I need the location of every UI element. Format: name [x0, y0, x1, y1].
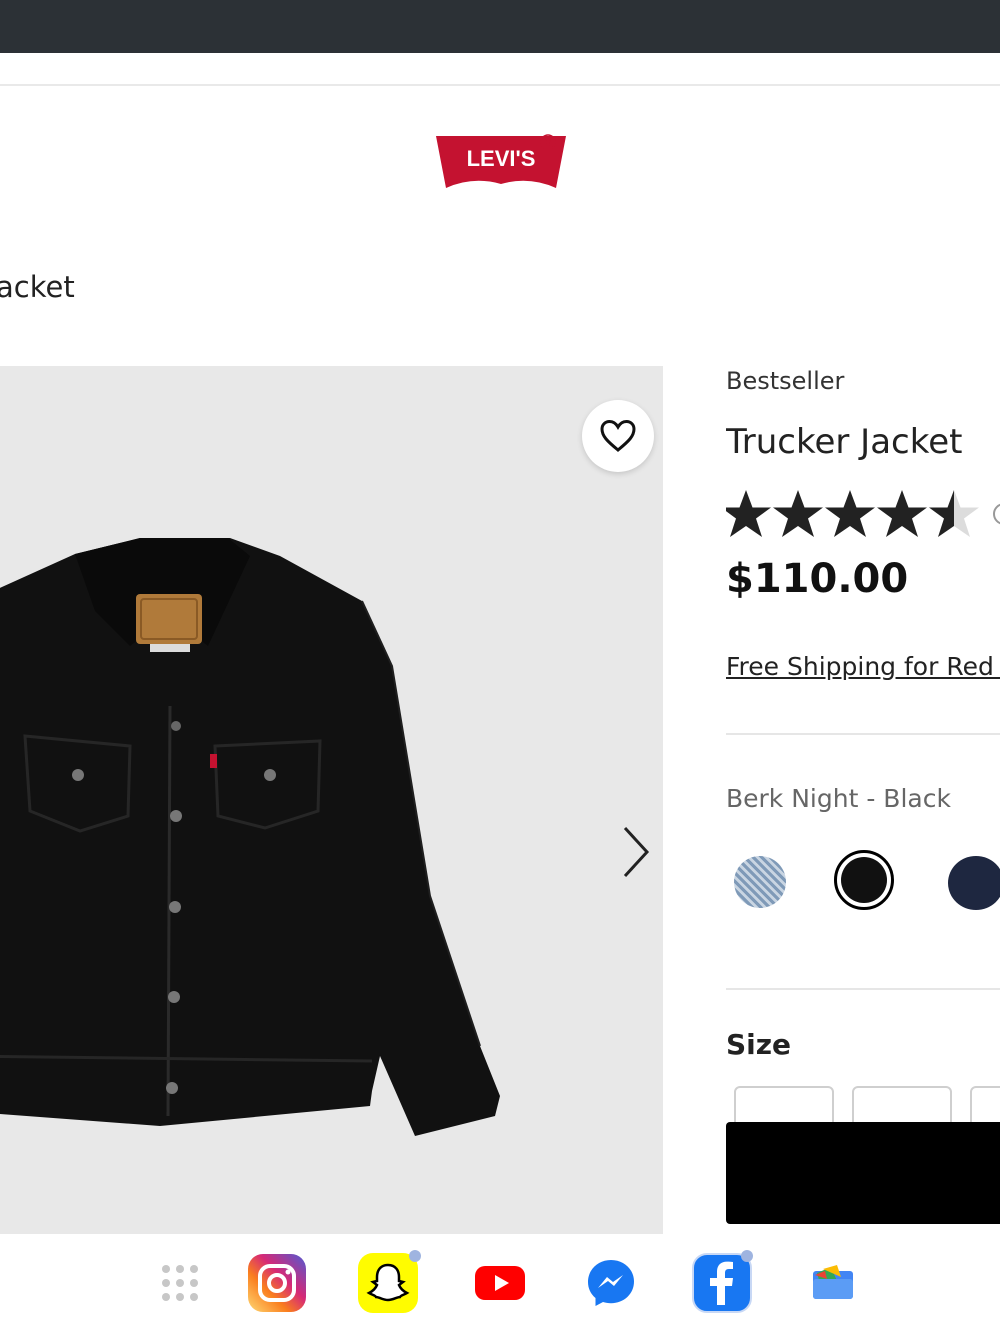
chevron-right-icon	[623, 826, 650, 878]
svg-text:R: R	[545, 138, 552, 148]
header-divider	[0, 84, 1000, 86]
facebook-app[interactable]	[691, 1250, 753, 1314]
messenger-app[interactable]	[580, 1252, 642, 1314]
notification-dot	[741, 1250, 753, 1262]
breadcrumb-title: acket	[0, 270, 75, 304]
heart-icon	[600, 419, 636, 452]
product-info: Bestseller Trucker Jacket $110.00 Free S…	[726, 366, 1000, 1234]
bestseller-badge: Bestseller	[726, 367, 845, 395]
facebook-icon	[692, 1253, 752, 1313]
wishlist-button[interactable]	[582, 400, 654, 472]
system-top-bar	[0, 0, 1000, 53]
instagram-icon	[248, 1254, 306, 1312]
half-star-icon	[929, 490, 979, 537]
levis-logo[interactable]: LEVI'S R	[432, 130, 570, 194]
divider	[726, 988, 1000, 990]
messenger-icon	[588, 1260, 634, 1306]
product-title: Trucker Jacket	[726, 422, 963, 462]
jacket-image	[0, 538, 500, 1136]
add-to-bag-button[interactable]	[726, 1122, 1000, 1224]
product-price: $110.00	[726, 556, 909, 602]
next-image-button[interactable]	[615, 823, 655, 881]
selected-color-name: Berk Night - Black	[726, 784, 951, 813]
svg-text:LEVI'S: LEVI'S	[467, 146, 536, 171]
files-icon	[813, 1265, 853, 1299]
files-app[interactable]	[802, 1252, 864, 1314]
grid-icon	[162, 1265, 198, 1301]
star-icon	[877, 490, 927, 537]
size-label: Size	[726, 1028, 792, 1061]
snapchat-app[interactable]	[357, 1250, 421, 1314]
app-grid-button[interactable]	[149, 1252, 211, 1314]
notification-dot	[409, 1250, 421, 1262]
divider	[726, 733, 1000, 735]
free-shipping-link[interactable]: Free Shipping for Red Ta	[726, 652, 1000, 681]
star-icon	[825, 490, 875, 537]
youtube-app[interactable]	[469, 1252, 531, 1314]
star-icon	[773, 490, 823, 537]
instagram-app[interactable]	[246, 1252, 308, 1314]
rating-stars[interactable]	[726, 486, 1000, 542]
snapchat-icon	[358, 1253, 418, 1313]
app-dock	[0, 1234, 1000, 1333]
product-image-panel[interactable]	[0, 366, 663, 1234]
swatch-light-wash[interactable]	[734, 856, 786, 908]
swatch-berk-night-black[interactable]	[834, 850, 894, 910]
youtube-icon	[475, 1266, 525, 1300]
swatch-dark-indigo[interactable]	[948, 856, 1000, 910]
star-icon	[726, 490, 771, 537]
